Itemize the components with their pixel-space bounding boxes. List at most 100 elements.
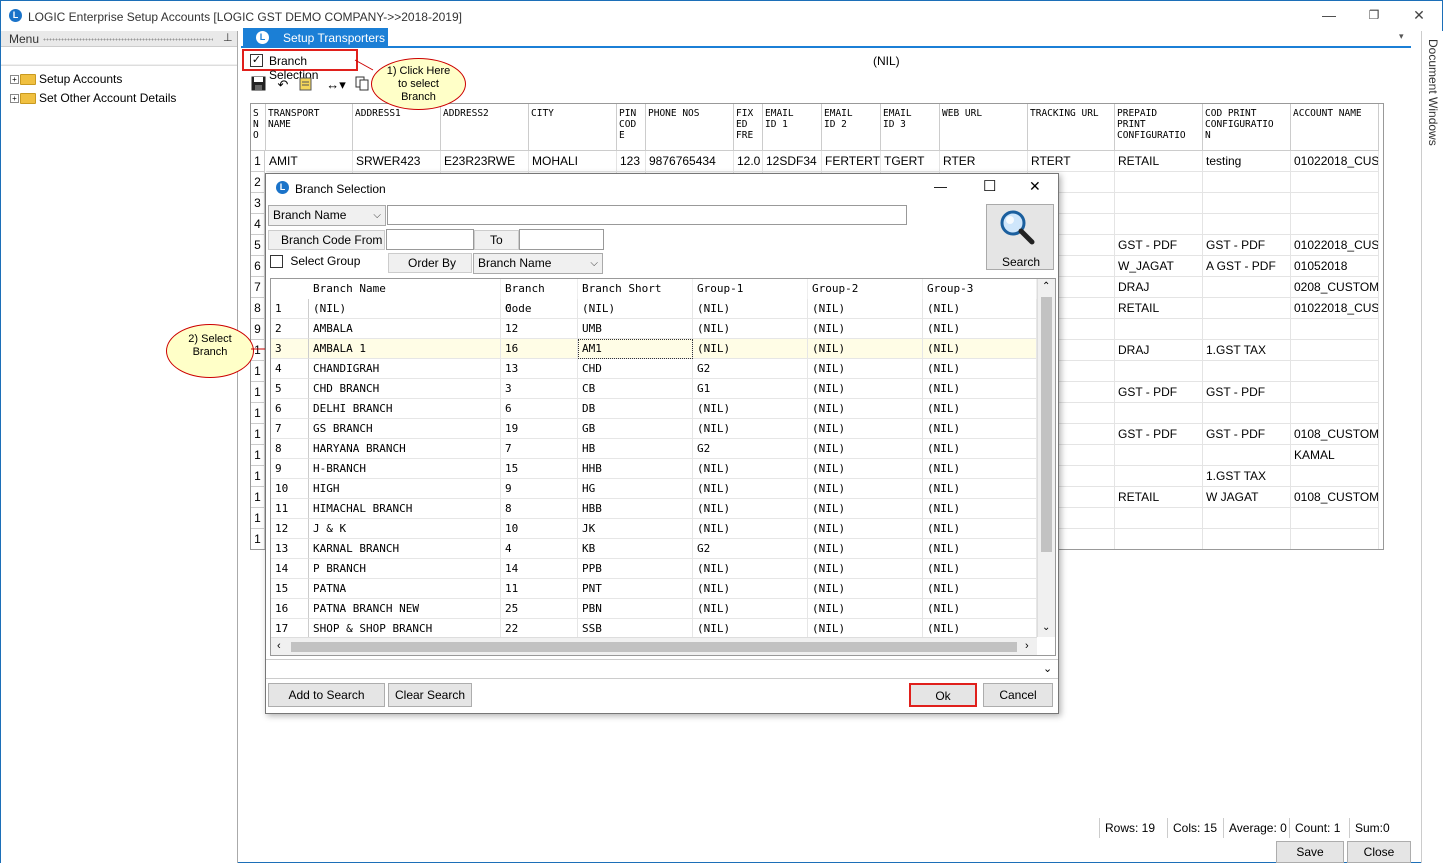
grid-cell[interactable]: (NIL) — [808, 579, 923, 599]
grid-cell[interactable]: HIMACHAL BRANCH — [309, 499, 501, 519]
row-number[interactable]: 2 — [271, 319, 309, 339]
grid-cell[interactable] — [1291, 403, 1379, 424]
column-header-web[interactable]: WEB URL — [940, 104, 1028, 151]
grid-cell[interactable]: (NIL) — [923, 619, 1037, 639]
grid-cell[interactable] — [1203, 193, 1291, 214]
grid-cell[interactable]: HARYANA BRANCH — [309, 439, 501, 459]
grid-cell[interactable]: GB — [578, 419, 693, 439]
row-number[interactable]: 16 — [271, 599, 309, 619]
grid-cell[interactable]: HIGH — [309, 479, 501, 499]
grid-cell[interactable]: (NIL) — [923, 379, 1037, 399]
grid-cell[interactable]: (NIL) — [808, 539, 923, 559]
grid-cell[interactable] — [1291, 214, 1379, 235]
column-header-phone[interactable]: PHONE NOS — [646, 104, 734, 151]
row-number[interactable]: 1 — [251, 382, 265, 403]
grid-cell[interactable]: RETAIL — [1115, 151, 1203, 172]
grid-cell[interactable]: (NIL) — [923, 339, 1037, 359]
grid-cell[interactable]: RTERT — [1028, 151, 1115, 172]
row-number[interactable]: 1 — [271, 299, 309, 319]
grid-cell[interactable]: (NIL) — [808, 359, 923, 379]
column-header-tname[interactable]: TRANSPORT NAME — [266, 104, 353, 151]
grid-cell[interactable] — [1291, 361, 1379, 382]
grid-cell[interactable]: (NIL) — [808, 379, 923, 399]
grid-cell[interactable]: 0208_CUSTOM — [1291, 277, 1379, 298]
grid-cell[interactable]: 13 — [501, 359, 578, 379]
scroll-down-icon[interactable]: ⌄ — [1042, 622, 1050, 633]
row-number[interactable]: 12 — [271, 519, 309, 539]
pin-icon[interactable]: ⊥ — [223, 31, 233, 44]
scroll-left-icon[interactable]: ‹ — [277, 640, 281, 652]
grid-cell[interactable] — [1291, 382, 1379, 403]
row-number[interactable]: 1 — [251, 529, 265, 549]
grid-cell[interactable]: 16 — [501, 339, 578, 359]
grid-cell[interactable]: (NIL) — [693, 619, 808, 639]
row-number[interactable]: 6 — [251, 256, 265, 277]
grid-cell[interactable]: (NIL) — [923, 399, 1037, 419]
grid-cell[interactable]: (NIL) — [309, 299, 501, 319]
grid-cell[interactable]: (NIL) — [923, 419, 1037, 439]
grid-cell[interactable]: DRAJ — [1115, 340, 1203, 361]
row-number[interactable]: 9 — [251, 319, 265, 340]
undo-icon[interactable]: ↶ — [274, 76, 292, 94]
column-header-prepaid[interactable]: PREPAID PRINT CONFIGURATIO — [1115, 104, 1203, 151]
row-number[interactable]: 1 — [251, 466, 265, 487]
search-input[interactable] — [387, 205, 907, 225]
row-number[interactable]: 3 — [251, 193, 265, 214]
grid-cell[interactable]: GST - PDF — [1115, 382, 1203, 403]
edit-icon[interactable] — [297, 76, 315, 94]
grid-cell[interactable]: FERTERT — [822, 151, 881, 172]
branch-grid[interactable]: Branch Name Branch Code Branch Short Group-… — [270, 278, 1056, 656]
grid-cell[interactable] — [1115, 361, 1203, 382]
select-group-toggle[interactable]: Select Group — [270, 254, 360, 269]
branch-row[interactable]: 4 CHANDIGRAH 13 CHD G2 (NIL) (NIL) — [271, 359, 1037, 379]
branch-row[interactable]: 17 SHOP & SHOP BRANCH 22 SSB (NIL) (NIL) (NIL) — [271, 619, 1037, 639]
grid-cell[interactable]: KB — [578, 539, 693, 559]
grid-cell[interactable]: GST - PDF — [1115, 235, 1203, 256]
grid-cell[interactable] — [1203, 277, 1291, 298]
row-number[interactable]: 1 — [251, 403, 265, 424]
scroll-up-icon[interactable]: ⌃ — [1042, 281, 1050, 292]
grid-cell[interactable]: (NIL) — [808, 479, 923, 499]
grid-cell[interactable] — [1115, 172, 1203, 193]
grid-cell[interactable]: (NIL) — [693, 579, 808, 599]
grid-cell[interactable]: 0 — [501, 299, 578, 319]
grid-cell[interactable]: (NIL) — [808, 319, 923, 339]
scroll-right-icon[interactable]: › — [1025, 640, 1029, 652]
grid-cell[interactable]: SRWER423 — [353, 151, 441, 172]
row-number[interactable]: 1 — [251, 445, 265, 466]
column-header-fix[interactable]: FIX ED FRE — [734, 104, 763, 151]
column-header-branch-short[interactable]: Branch Short — [578, 279, 693, 299]
grid-cell[interactable]: 12.0 — [734, 151, 763, 172]
minimize-button[interactable]: — — [1314, 5, 1344, 25]
row-number[interactable]: 11 — [271, 499, 309, 519]
column-header-group-2[interactable]: Group-2 — [808, 279, 923, 299]
restore-button[interactable]: ❐ — [1359, 5, 1389, 25]
grid-cell[interactable]: 14 — [501, 559, 578, 579]
search-button[interactable]: Search — [986, 204, 1054, 270]
branch-row[interactable]: 1 (NIL) 0 (NIL) (NIL) (NIL) (NIL) — [271, 299, 1037, 319]
scrollbar-thumb[interactable] — [1041, 297, 1052, 552]
row-number[interactable]: 2 — [251, 172, 265, 193]
clear-search-button[interactable]: Clear Search — [388, 683, 472, 707]
row-number[interactable]: 8 — [251, 298, 265, 319]
grid-cell[interactable]: GST - PDF — [1203, 382, 1291, 403]
row-number[interactable]: 9 — [271, 459, 309, 479]
column-header-city[interactable]: CITY — [529, 104, 617, 151]
grid-cell[interactable]: (NIL) — [808, 519, 923, 539]
tree-item-setup-accounts[interactable]: + Setup Accounts — [10, 71, 122, 87]
branch-row[interactable]: 7 GS BRANCH 19 GB (NIL) (NIL) (NIL) — [271, 419, 1037, 439]
vertical-scrollbar[interactable]: ⌃ ⌄ — [1037, 279, 1055, 637]
column-header-cod[interactable]: COD PRINT CONFIGURATIO N — [1203, 104, 1291, 151]
grid-cell[interactable] — [1291, 172, 1379, 193]
grid-cell[interactable] — [1291, 508, 1379, 529]
grid-cell[interactable]: JK — [578, 519, 693, 539]
drag-grip[interactable] — [43, 38, 213, 41]
column-width-icon[interactable]: ↔▾ — [323, 76, 349, 94]
grid-cell[interactable] — [1291, 193, 1379, 214]
grid-cell[interactable] — [1291, 466, 1379, 487]
grid-cell[interactable]: 19 — [501, 419, 578, 439]
grid-cell[interactable]: G2 — [693, 359, 808, 379]
branch-row[interactable]: 16 PATNA BRANCH NEW 25 PBN (NIL) (NIL) (NIL) — [271, 599, 1037, 619]
row-number[interactable]: 17 — [271, 619, 309, 639]
grid-cell[interactable]: (NIL) — [808, 399, 923, 419]
